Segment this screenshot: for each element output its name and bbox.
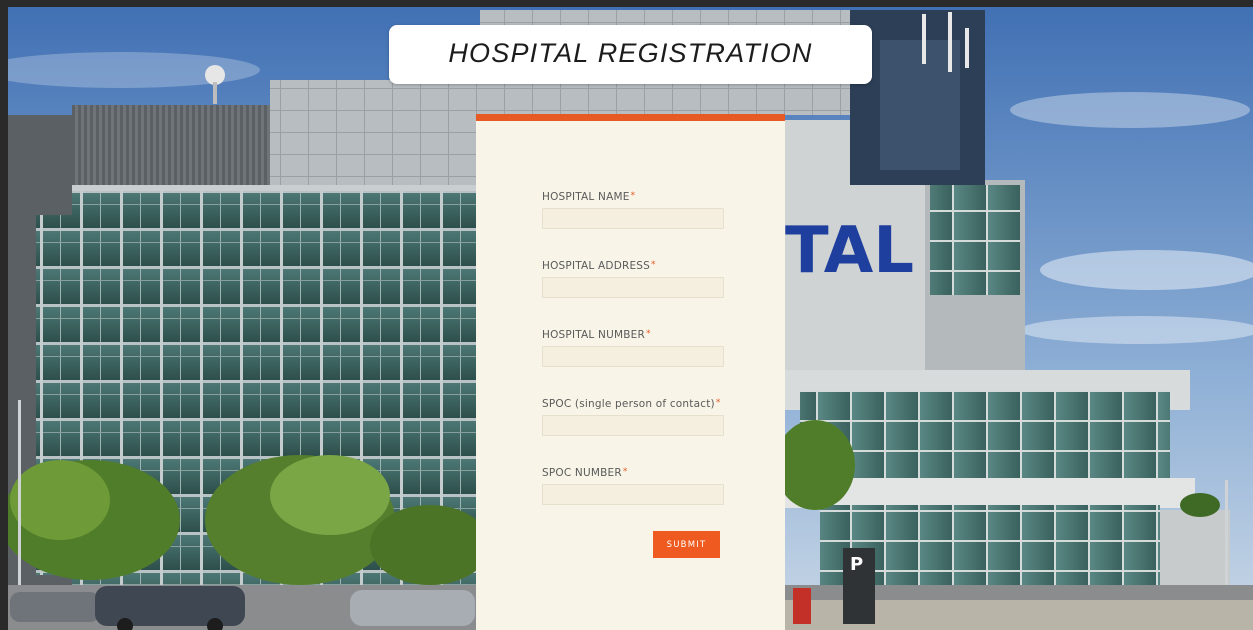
spoc-label: SPOC (single person of contact)* xyxy=(542,398,721,410)
page-stage: TAL P HOSPITAL REGISTRATION HOSPITAL NAM… xyxy=(0,0,1253,630)
spoc-number-input[interactable] xyxy=(542,484,724,505)
required-asterisk: * xyxy=(715,398,721,408)
required-asterisk: * xyxy=(645,329,651,339)
required-asterisk: * xyxy=(622,467,628,477)
hospital-address-label: HOSPITAL ADDRESS* xyxy=(542,260,656,272)
hospital-address-input[interactable] xyxy=(542,277,724,298)
spoc-label-text: SPOC (single person of contact) xyxy=(542,398,715,410)
spoc-number-label-text: SPOC NUMBER xyxy=(542,467,622,479)
hospital-name-input[interactable] xyxy=(542,208,724,229)
hospital-number-label-text: HOSPITAL NUMBER xyxy=(542,329,645,341)
hospital-number-input[interactable] xyxy=(542,346,724,367)
registration-form: HOSPITAL NAME* HOSPITAL ADDRESS* HOSPITA… xyxy=(476,114,785,630)
hospital-address-label-text: HOSPITAL ADDRESS xyxy=(542,260,651,272)
building-sign-text: TAL xyxy=(785,214,914,288)
page-title-box: HOSPITAL REGISTRATION xyxy=(389,25,872,84)
hospital-name-label: HOSPITAL NAME* xyxy=(542,191,635,203)
spoc-input[interactable] xyxy=(542,415,724,436)
required-asterisk: * xyxy=(651,260,656,270)
parking-sign-text: P xyxy=(850,554,863,575)
required-asterisk: * xyxy=(630,191,636,201)
page-title: HOSPITAL REGISTRATION xyxy=(448,38,813,68)
submit-button[interactable]: SUBMIT xyxy=(653,531,720,558)
spoc-number-label: SPOC NUMBER* xyxy=(542,467,628,479)
hospital-number-label: HOSPITAL NUMBER* xyxy=(542,329,651,341)
hospital-name-label-text: HOSPITAL NAME xyxy=(542,191,630,203)
